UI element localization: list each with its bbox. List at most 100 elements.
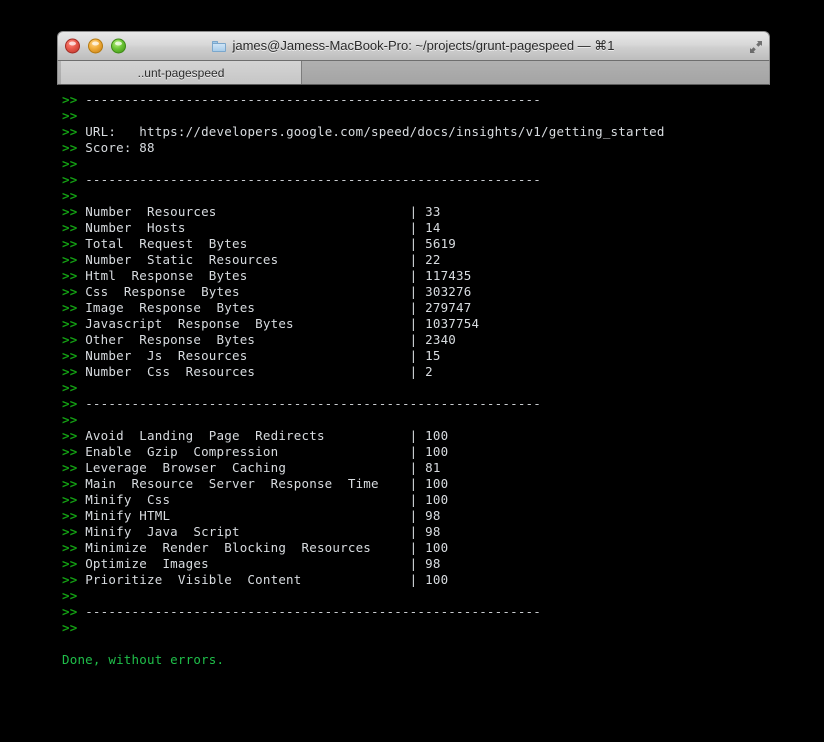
blank-prompt-line: >>: [57, 412, 770, 428]
rules-row: >> Minify Java Script | 98: [57, 524, 770, 540]
prompt-marker: >>: [62, 124, 86, 139]
row-label: Number Static Resources: [85, 252, 410, 267]
stats-row: >> Number Css Resources | 2: [57, 364, 770, 380]
stats-row: >> Javascript Response Bytes | 1037754: [57, 316, 770, 332]
minimize-button[interactable]: [88, 38, 103, 54]
rules-row: >> Avoid Landing Page Redirects | 100: [57, 428, 770, 444]
prompt-marker: >>: [62, 188, 78, 203]
prompt-marker: >>: [62, 140, 86, 155]
prompt-marker: >>: [62, 508, 86, 523]
rules-row: >> Main Resource Server Response Time | …: [57, 476, 770, 492]
blank-prompt-line: >>: [57, 156, 770, 172]
rules-row: >> Leverage Browser Caching | 81: [57, 460, 770, 476]
row-separator: |: [409, 236, 426, 251]
prompt-marker: >>: [62, 156, 78, 171]
blank-prompt-line: >>: [57, 588, 770, 604]
prompt-marker: >>: [62, 476, 86, 491]
prompt-marker: >>: [62, 108, 78, 123]
row-label: Prioritize Visible Content: [85, 572, 410, 587]
score-label: Score:: [85, 140, 140, 155]
row-value: 22: [425, 252, 441, 267]
prompt-marker: >>: [62, 364, 86, 379]
row-label: Avoid Landing Page Redirects: [85, 428, 410, 443]
window-title-text: james@Jamess-MacBook-Pro: ~/projects/gru…: [232, 38, 615, 53]
separator-line: >> -------------------------------------…: [57, 396, 770, 412]
prompt-marker: >>: [62, 460, 86, 475]
tab-bar-empty-area[interactable]: [302, 61, 769, 84]
prompt-marker: >>: [62, 172, 86, 187]
row-separator: |: [409, 348, 426, 363]
stats-row: >> Image Response Bytes | 279747: [57, 300, 770, 316]
row-value: 2340: [425, 332, 457, 347]
row-label: Number Resources: [85, 204, 410, 219]
blank-prompt-line: >>: [57, 620, 770, 636]
prompt-marker: >>: [62, 268, 86, 283]
score-line: >> Score: 88: [57, 140, 770, 156]
prompt-marker: >>: [62, 316, 86, 331]
fullscreen-arrows-icon[interactable]: [749, 39, 763, 53]
url-line: >> URL: https://developers.google.com/sp…: [57, 124, 770, 140]
row-label: Minimize Render Blocking Resources: [85, 540, 410, 555]
separator-line: >> -------------------------------------…: [57, 92, 770, 108]
row-value: 33: [425, 204, 441, 219]
blank-prompt-line: >>: [57, 188, 770, 204]
stats-row: >> Total Request Bytes | 5619: [57, 236, 770, 252]
rules-row: >> Enable Gzip Compression | 100: [57, 444, 770, 460]
terminal-output[interactable]: >> -------------------------------------…: [57, 85, 770, 691]
prompt-marker: >>: [62, 92, 86, 107]
row-separator: |: [409, 572, 426, 587]
row-value: 100: [425, 476, 449, 491]
row-label: Javascript Response Bytes: [85, 316, 410, 331]
separator-rule: ----------------------------------------…: [85, 172, 541, 187]
prompt-marker: >>: [62, 252, 86, 267]
row-label: Html Response Bytes: [85, 268, 410, 283]
separator-line: >> -------------------------------------…: [57, 604, 770, 620]
stats-row: >> Number Js Resources | 15: [57, 348, 770, 364]
stats-row: >> Number Static Resources | 22: [57, 252, 770, 268]
prompt-marker: >>: [62, 284, 86, 299]
row-label: Number Hosts: [85, 220, 410, 235]
prompt-marker: >>: [62, 412, 78, 427]
row-value: 100: [425, 492, 449, 507]
row-separator: |: [409, 492, 426, 507]
folder-icon: [212, 40, 227, 52]
row-label: Number Css Resources: [85, 364, 410, 379]
prompt-marker: >>: [62, 588, 78, 603]
row-value: 81: [425, 460, 441, 475]
window-controls: [65, 38, 126, 54]
stats-row: >> Number Resources | 33: [57, 204, 770, 220]
window-title: james@Jamess-MacBook-Pro: ~/projects/gru…: [212, 38, 615, 54]
row-separator: |: [409, 316, 426, 331]
row-separator: |: [409, 284, 426, 299]
row-separator: |: [409, 332, 426, 347]
zoom-button[interactable]: [111, 38, 126, 54]
row-value: 303276: [425, 284, 472, 299]
prompt-marker: >>: [62, 220, 86, 235]
score-value: 88: [139, 140, 155, 155]
terminal-window: james@Jamess-MacBook-Pro: ~/projects/gru…: [57, 31, 770, 691]
row-separator: |: [409, 524, 426, 539]
row-label: Image Response Bytes: [85, 300, 410, 315]
row-separator: |: [409, 476, 426, 491]
rules-row: >> Minify Css | 100: [57, 492, 770, 508]
prompt-marker: >>: [62, 444, 86, 459]
row-value: 5619: [425, 236, 457, 251]
window-titlebar: james@Jamess-MacBook-Pro: ~/projects/gru…: [57, 31, 770, 61]
tab-pagespeed[interactable]: ..unt-pagespeed: [61, 61, 302, 84]
close-button[interactable]: [65, 38, 80, 54]
row-value: 15: [425, 348, 441, 363]
row-separator: |: [409, 540, 426, 555]
prompt-marker: >>: [62, 492, 86, 507]
rules-row: >> Minimize Render Blocking Resources | …: [57, 540, 770, 556]
done-message-line: Done, without errors.: [57, 652, 770, 668]
row-label: Css Response Bytes: [85, 284, 410, 299]
row-value: 100: [425, 540, 449, 555]
tab-label: ..unt-pagespeed: [137, 65, 225, 80]
row-label: Minify Java Script: [85, 524, 410, 539]
prompt-marker: >>: [62, 428, 86, 443]
row-label: Other Response Bytes: [85, 332, 410, 347]
row-value: 2: [425, 364, 433, 379]
prompt-marker: >>: [62, 332, 86, 347]
tab-bar: ..unt-pagespeed: [57, 61, 770, 85]
